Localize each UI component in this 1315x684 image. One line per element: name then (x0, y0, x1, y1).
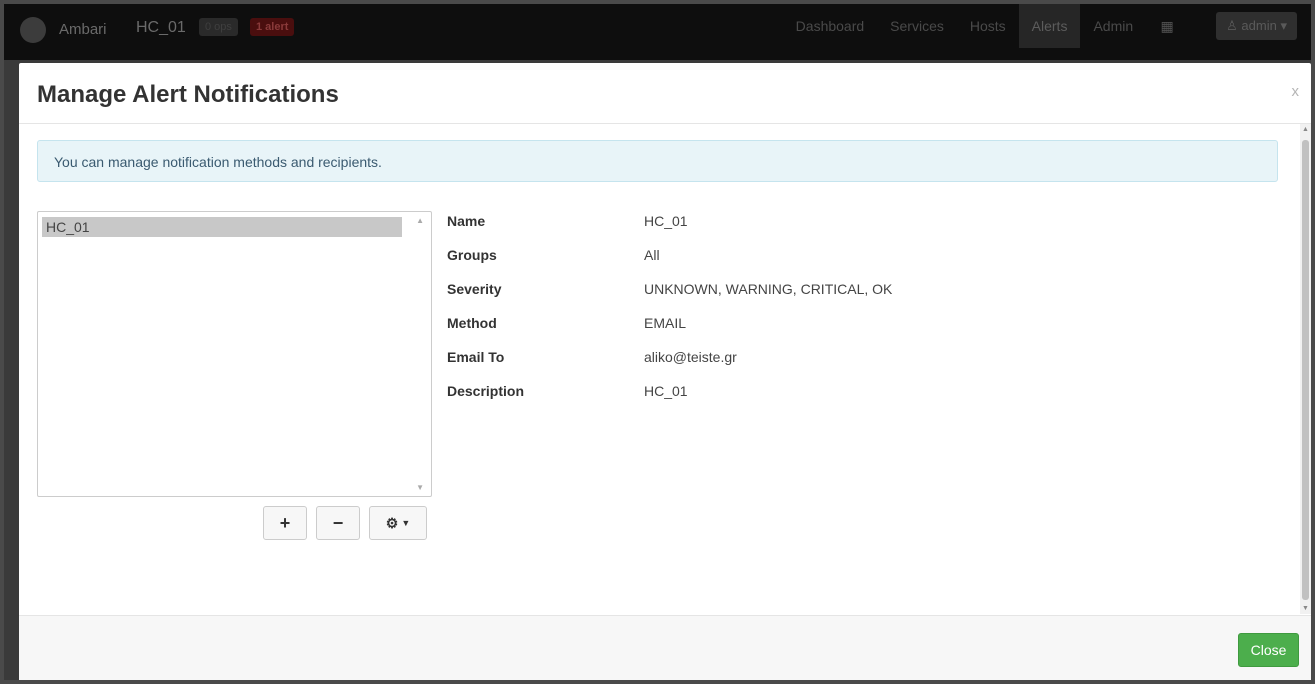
detail-value: EMAIL (644, 315, 687, 331)
detail-label: Description (447, 383, 525, 399)
modal-body: You can manage notification methods and … (19, 124, 1311, 614)
nav-admin[interactable]: Admin (1080, 4, 1146, 48)
detail-row-description: Description HC_01 (447, 383, 1147, 403)
cluster-name[interactable]: HC_01 (136, 19, 186, 37)
close-icon[interactable]: x (1292, 83, 1300, 100)
brand-name[interactable]: Ambari (59, 21, 107, 38)
remove-notification-button[interactable]: − (316, 506, 360, 540)
detail-row-method: Method EMAIL (447, 315, 1147, 335)
detail-row-email-to: Email To aliko@teiste.gr (447, 349, 1147, 369)
info-message: You can manage notification methods and … (37, 140, 1278, 182)
detail-label: Groups (447, 247, 497, 263)
detail-row-severity: Severity UNKNOWN, WARNING, CRITICAL, OK (447, 281, 1147, 301)
modal-title: Manage Alert Notifications (37, 81, 339, 108)
nav-hosts[interactable]: Hosts (957, 4, 1019, 48)
detail-value: All (644, 247, 660, 263)
detail-value: HC_01 (644, 383, 688, 399)
modal-header: Manage Alert Notifications x (19, 63, 1311, 124)
chevron-down-icon: ▾ (1280, 18, 1287, 33)
detail-value: HC_01 (644, 213, 688, 229)
modal-footer: Close (19, 615, 1311, 680)
ambari-logo-icon[interactable] (20, 17, 46, 43)
list-item-selected[interactable]: HC_01 (42, 217, 402, 237)
user-name: admin (1241, 18, 1277, 33)
notification-list[interactable]: HC_01 ▲ ▼ (37, 211, 432, 497)
scroll-thumb[interactable] (1302, 140, 1309, 600)
gear-icon: ⚙ (385, 514, 399, 531)
close-button[interactable]: Close (1238, 633, 1299, 667)
scroll-up-icon[interactable]: ▲ (416, 216, 424, 225)
nav-links: Dashboard Services Hosts Alerts Admin ▦ … (783, 4, 1311, 48)
app-frame: Ambari HC_01 0 ops 1 alert Dashboard Ser… (4, 4, 1311, 680)
alert-badge[interactable]: 1 alert (250, 18, 295, 36)
ops-badge[interactable]: 0 ops (199, 18, 238, 36)
detail-label: Severity (447, 281, 502, 297)
user-icon: ♙ (1226, 18, 1238, 33)
detail-row-groups: Groups All (447, 247, 1147, 267)
scroll-down-icon[interactable]: ▼ (416, 483, 424, 492)
caret-down-icon: ▼ (401, 518, 411, 528)
detail-value: aliko@teiste.gr (644, 349, 737, 365)
nav-dashboard[interactable]: Dashboard (783, 4, 878, 48)
scroll-up-icon[interactable]: ▲ (1302, 126, 1309, 133)
detail-label: Email To (447, 349, 505, 365)
nav-services[interactable]: Services (877, 4, 957, 48)
list-actions: + − ⚙ ▼ (263, 506, 427, 540)
user-menu-button[interactable]: ♙ admin ▾ (1216, 12, 1297, 40)
top-navbar: Ambari HC_01 0 ops 1 alert Dashboard Ser… (4, 4, 1311, 60)
settings-dropdown-button[interactable]: ⚙ ▼ (369, 506, 427, 540)
detail-row-name: Name HC_01 (447, 213, 1147, 233)
manage-alert-notifications-modal: Manage Alert Notifications x You can man… (19, 63, 1311, 680)
detail-label: Name (447, 213, 486, 229)
grid-apps-icon[interactable]: ▦ (1146, 4, 1188, 48)
detail-label: Method (447, 315, 497, 331)
add-notification-button[interactable]: + (263, 506, 307, 540)
modal-scrollbar[interactable]: ▲ ▼ (1300, 124, 1311, 614)
scroll-down-icon[interactable]: ▼ (1302, 605, 1309, 612)
detail-value: UNKNOWN, WARNING, CRITICAL, OK (644, 281, 893, 297)
nav-alerts[interactable]: Alerts (1018, 4, 1081, 48)
